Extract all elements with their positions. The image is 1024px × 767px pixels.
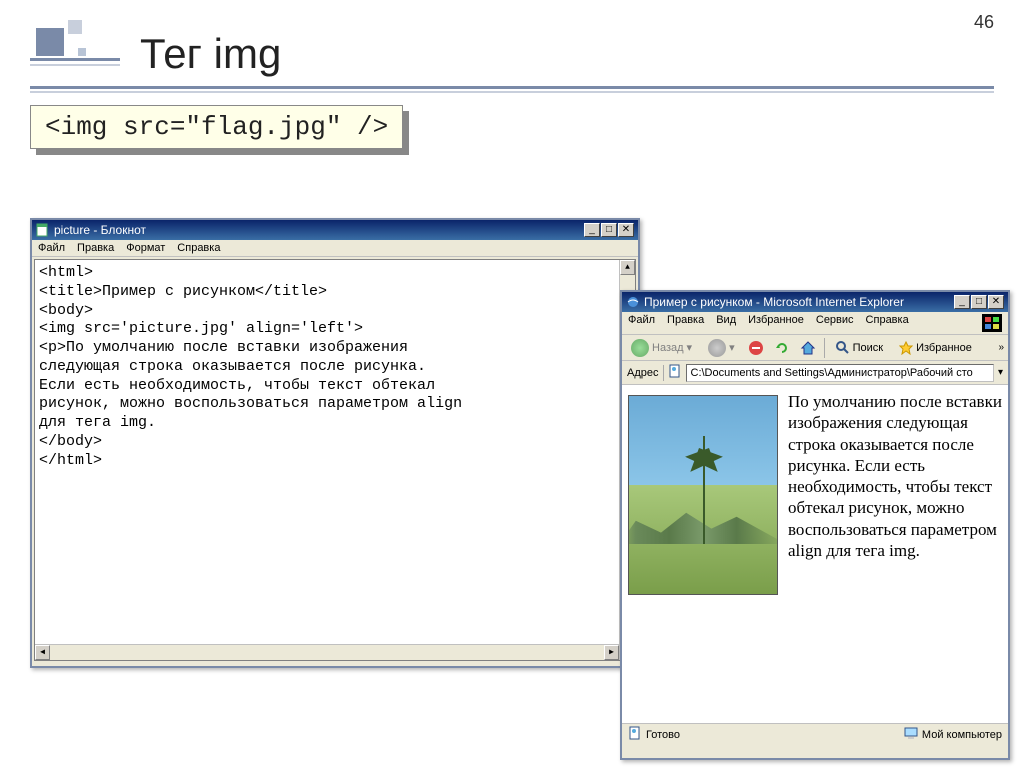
status-zone: Мой компьютер — [922, 729, 1002, 741]
address-bar: Адрес C:\Documents and Settings\Админист… — [622, 361, 1008, 385]
slide-title: Тег img — [140, 30, 994, 78]
home-button[interactable] — [798, 338, 818, 358]
menu-bar: Файл Правка Формат Справка — [32, 240, 638, 257]
code-text: <img src="flag.jpg" /> — [30, 105, 403, 149]
back-button[interactable]: Назад ▾ — [626, 337, 697, 359]
back-icon — [631, 339, 649, 357]
notepad-icon — [36, 223, 50, 237]
chevron-down-icon[interactable]: ▾ — [998, 367, 1003, 378]
code-example: <img src="flag.jpg" /> — [30, 105, 403, 149]
menu-bar: Файл Правка Вид Избранное Сервис Справка — [622, 312, 1008, 335]
page-icon — [628, 726, 642, 743]
favorites-button[interactable]: Избранное — [894, 338, 977, 358]
page-icon — [668, 364, 682, 381]
back-label: Назад — [652, 342, 684, 354]
body-text: По умолчанию после вставки изображения с… — [788, 392, 1002, 560]
titlebar[interactable]: picture - Блокнот _ □ ✕ — [32, 220, 638, 240]
menu-view[interactable]: Вид — [716, 314, 736, 332]
menu-tools[interactable]: Сервис — [816, 314, 854, 332]
favorites-label: Избранное — [916, 342, 972, 354]
toolbar: Назад ▾ ▾ Поиск Избранн — [622, 335, 1008, 361]
stop-button[interactable] — [746, 338, 766, 358]
menu-help[interactable]: Справка — [177, 242, 220, 254]
chevron-down-icon: ▾ — [687, 341, 693, 354]
divider — [30, 86, 994, 89]
minimize-button[interactable]: _ — [954, 295, 970, 309]
status-bar: Готово Мой компьютер — [622, 723, 1008, 745]
search-button[interactable]: Поиск — [831, 338, 888, 358]
forward-icon — [708, 339, 726, 357]
close-button[interactable]: ✕ — [618, 223, 634, 237]
scroll-up-icon[interactable]: ▲ — [620, 260, 635, 275]
menu-edit[interactable]: Правка — [667, 314, 704, 332]
scrollbar-horizontal[interactable]: ◀ ▶ — [35, 644, 619, 660]
ie-icon — [626, 295, 640, 309]
star-icon — [899, 341, 913, 355]
menu-edit[interactable]: Правка — [77, 242, 114, 254]
scroll-right-icon[interactable]: ▶ — [604, 645, 619, 660]
window-title: Пример с рисунком - Microsoft Internet E… — [644, 295, 954, 309]
menu-format[interactable]: Формат — [126, 242, 165, 254]
status-ready: Готово — [646, 729, 680, 741]
menu-favorites[interactable]: Избранное — [748, 314, 804, 332]
embedded-image — [628, 395, 778, 595]
search-icon — [836, 341, 850, 355]
text-area[interactable]: <html> <title>Пример с рисунком</title> … — [34, 259, 636, 661]
scroll-left-icon[interactable]: ◀ — [35, 645, 50, 660]
titlebar[interactable]: Пример с рисунком - Microsoft Internet E… — [622, 292, 1008, 312]
menu-file[interactable]: Файл — [38, 242, 65, 254]
page-number: 46 — [974, 12, 994, 33]
maximize-button[interactable]: □ — [971, 295, 987, 309]
maximize-button[interactable]: □ — [601, 223, 617, 237]
minimize-button[interactable]: _ — [584, 223, 600, 237]
address-input[interactable]: C:\Documents and Settings\Администратор\… — [686, 364, 994, 382]
search-label: Поиск — [853, 342, 883, 354]
slide-logo — [30, 20, 120, 75]
page-content: По умолчанию после вставки изображения с… — [622, 385, 1008, 723]
divider — [30, 91, 994, 93]
chevron-right-icon[interactable]: » — [998, 342, 1004, 353]
computer-icon — [904, 726, 918, 743]
close-button[interactable]: ✕ — [988, 295, 1004, 309]
menu-file[interactable]: Файл — [628, 314, 655, 332]
menu-help[interactable]: Справка — [866, 314, 909, 332]
chevron-down-icon: ▾ — [729, 341, 735, 354]
windows-logo-icon — [982, 314, 1002, 332]
forward-button[interactable]: ▾ — [703, 337, 740, 359]
address-label: Адрес — [627, 367, 659, 379]
window-title: picture - Блокнот — [54, 223, 584, 237]
refresh-button[interactable] — [772, 338, 792, 358]
ie-window: Пример с рисунком - Microsoft Internet E… — [620, 290, 1010, 760]
notepad-window: picture - Блокнот _ □ ✕ Файл Правка Форм… — [30, 218, 640, 668]
